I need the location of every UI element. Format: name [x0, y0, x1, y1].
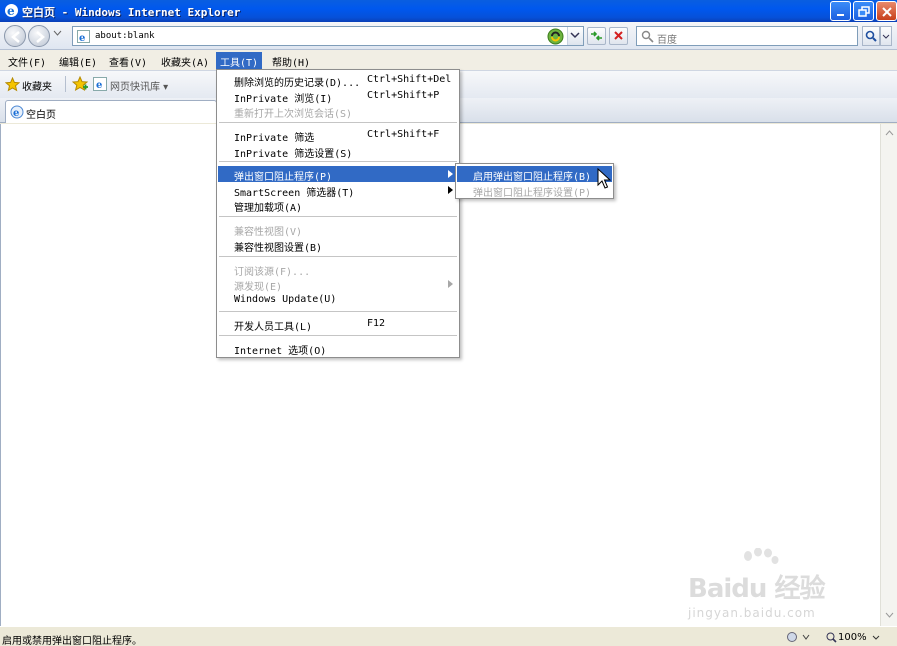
maximize-button[interactable] — [853, 1, 874, 21]
page-icon: e — [77, 30, 90, 43]
svg-text:e: e — [96, 80, 102, 91]
tools-menu: 删除浏览的历史记录(D)... Ctrl+Shift+Del InPrivate… — [216, 69, 460, 358]
address-toolbar: e about:blank 百度 — [0, 22, 897, 50]
menu-view[interactable]: 查看(V) — [105, 52, 151, 69]
ie-page-icon: e — [10, 105, 24, 119]
minimize-button[interactable] — [830, 1, 851, 21]
search-provider-icon — [641, 30, 654, 43]
menu-separator — [219, 335, 457, 336]
status-text: 启用或禁用弹出窗口阻止程序。 — [2, 636, 142, 646]
zoom-icon — [826, 632, 837, 643]
menu-item-compatibility-view: 兼容性视图(V) — [234, 227, 303, 238]
zoom-dropdown-icon[interactable] — [872, 635, 880, 640]
submenu-arrow-icon — [448, 186, 453, 194]
menu-help[interactable]: 帮助(H) — [268, 52, 314, 69]
restore-icon — [858, 6, 870, 17]
tab-label: 空白页 — [26, 110, 56, 121]
submenu-arrow-icon — [448, 170, 453, 178]
menu-item-delete-history[interactable]: 删除浏览的历史记录(D)... Ctrl+Shift+Del — [218, 72, 458, 89]
menu-bar: 文件(F) 编辑(E) 查看(V) 收藏夹(A) 工具(T) 帮助(H) — [0, 50, 897, 70]
tab-blank[interactable]: e 空白页 — [5, 100, 217, 123]
chevron-down-icon — [570, 32, 580, 39]
protected-mode-icon[interactable] — [786, 631, 816, 643]
svg-text:e: e — [7, 4, 15, 18]
address-url[interactable]: about:blank — [95, 31, 155, 41]
menu-separator — [219, 216, 457, 217]
zoom-level[interactable]: 100% — [838, 632, 867, 643]
menu-separator — [219, 311, 457, 312]
webslice-icon: e — [93, 77, 107, 91]
menu-tools[interactable]: 工具(T) — [216, 52, 263, 69]
toolbar-divider — [65, 76, 66, 92]
favorites-button[interactable]: 收藏夹 — [22, 78, 52, 93]
back-button[interactable] — [4, 25, 26, 47]
menu-item-compatibility-view-settings[interactable]: 兼容性视图设置(B) — [218, 237, 458, 254]
close-icon — [882, 7, 892, 17]
svg-text:e: e — [13, 108, 19, 119]
ie-logo-icon: e — [5, 4, 18, 18]
menu-separator — [219, 161, 457, 162]
address-field[interactable]: e about:blank — [72, 26, 584, 46]
forward-arrow-icon — [36, 31, 45, 43]
menu-item-inprivate-filtering[interactable]: InPrivate 筛选 Ctrl+Shift+F — [218, 127, 458, 144]
menu-edit[interactable]: 编辑(E) — [55, 52, 101, 69]
search-input[interactable]: 百度 — [636, 26, 858, 46]
popup-blocker-submenu: 启用弹出窗口阻止程序(B) 弹出窗口阻止程序设置(P) — [455, 163, 614, 199]
scroll-up-icon[interactable] — [885, 130, 894, 136]
menu-item-subscribe-feed: 订阅该源(F)... — [234, 267, 311, 278]
refresh-icon — [591, 31, 602, 41]
watermark-brand: Baidu 经验 — [688, 574, 825, 604]
submenu-item-enable-popup-blocker[interactable]: 启用弹出窗口阻止程序(B) — [457, 166, 612, 183]
scroll-down-icon[interactable] — [885, 612, 894, 618]
favorites-star-icon — [5, 77, 20, 92]
submenu-arrow-icon — [448, 280, 453, 288]
menu-separator — [219, 122, 457, 123]
menu-separator — [219, 256, 457, 257]
minimize-icon — [837, 14, 844, 16]
search-options-button[interactable] — [880, 26, 892, 46]
menu-item-feed-discovery: 源发现(E) — [218, 276, 458, 293]
stop-icon — [614, 31, 623, 40]
refresh-button[interactable] — [587, 27, 606, 45]
status-bar: 启用或禁用弹出窗口阻止程序。 100% — [0, 626, 897, 646]
menu-item-smartscreen[interactable]: SmartScreen 筛选器(T) — [218, 182, 458, 199]
menu-item-internet-options[interactable]: Internet 选项(O) — [218, 340, 458, 357]
menu-item-popup-blocker[interactable]: 弹出窗口阻止程序(P) — [218, 166, 458, 183]
submenu-item-popup-blocker-settings: 弹出窗口阻止程序设置(P) — [473, 188, 592, 199]
window-title: 空白页 - Windows Internet Explorer — [22, 6, 241, 19]
baidu-jingyan-watermark: Baidu 经验 jingyan.baidu.com — [688, 548, 868, 624]
search-icon — [865, 30, 877, 42]
svg-text:e: e — [79, 33, 85, 43]
add-to-favorites-bar-icon[interactable] — [72, 76, 89, 92]
menu-item-developer-tools[interactable]: 开发人员工具(L) F12 — [218, 316, 458, 333]
menu-item-reopen-session: 重新打开上次浏览会话(S) — [234, 109, 353, 120]
vertical-scrollbar[interactable] — [880, 124, 897, 626]
menu-file[interactable]: 文件(F) — [4, 52, 50, 69]
compatibility-view-icon[interactable] — [547, 28, 564, 45]
back-arrow-icon — [11, 31, 20, 43]
mouse-cursor-icon — [597, 168, 611, 189]
close-button[interactable] — [876, 1, 897, 21]
address-dropdown-button[interactable] — [567, 27, 583, 45]
webslice-gallery-button[interactable]: 网页快讯库 ▾ — [110, 78, 168, 93]
forward-button[interactable] — [28, 25, 50, 47]
title-bar: e 空白页 - Windows Internet Explorer — [0, 0, 897, 22]
menu-favorites[interactable]: 收藏夹(A) — [157, 52, 213, 69]
menu-item-windows-update[interactable]: Windows Update(U) — [218, 292, 458, 308]
stop-button[interactable] — [609, 27, 628, 45]
recent-pages-dropdown-icon[interactable] — [53, 30, 62, 36]
chevron-down-icon — [882, 34, 890, 39]
menu-item-inprivate-filter-settings[interactable]: InPrivate 筛选设置(S) — [218, 143, 458, 160]
menu-item-manage-addons[interactable]: 管理加载项(A) — [218, 197, 458, 214]
search-placeholder: 百度 — [657, 35, 677, 46]
watermark-url: jingyan.baidu.com — [688, 606, 816, 620]
menu-item-inprivate-browsing[interactable]: InPrivate 浏览(I) Ctrl+Shift+P — [218, 88, 458, 105]
search-button[interactable] — [862, 26, 880, 46]
